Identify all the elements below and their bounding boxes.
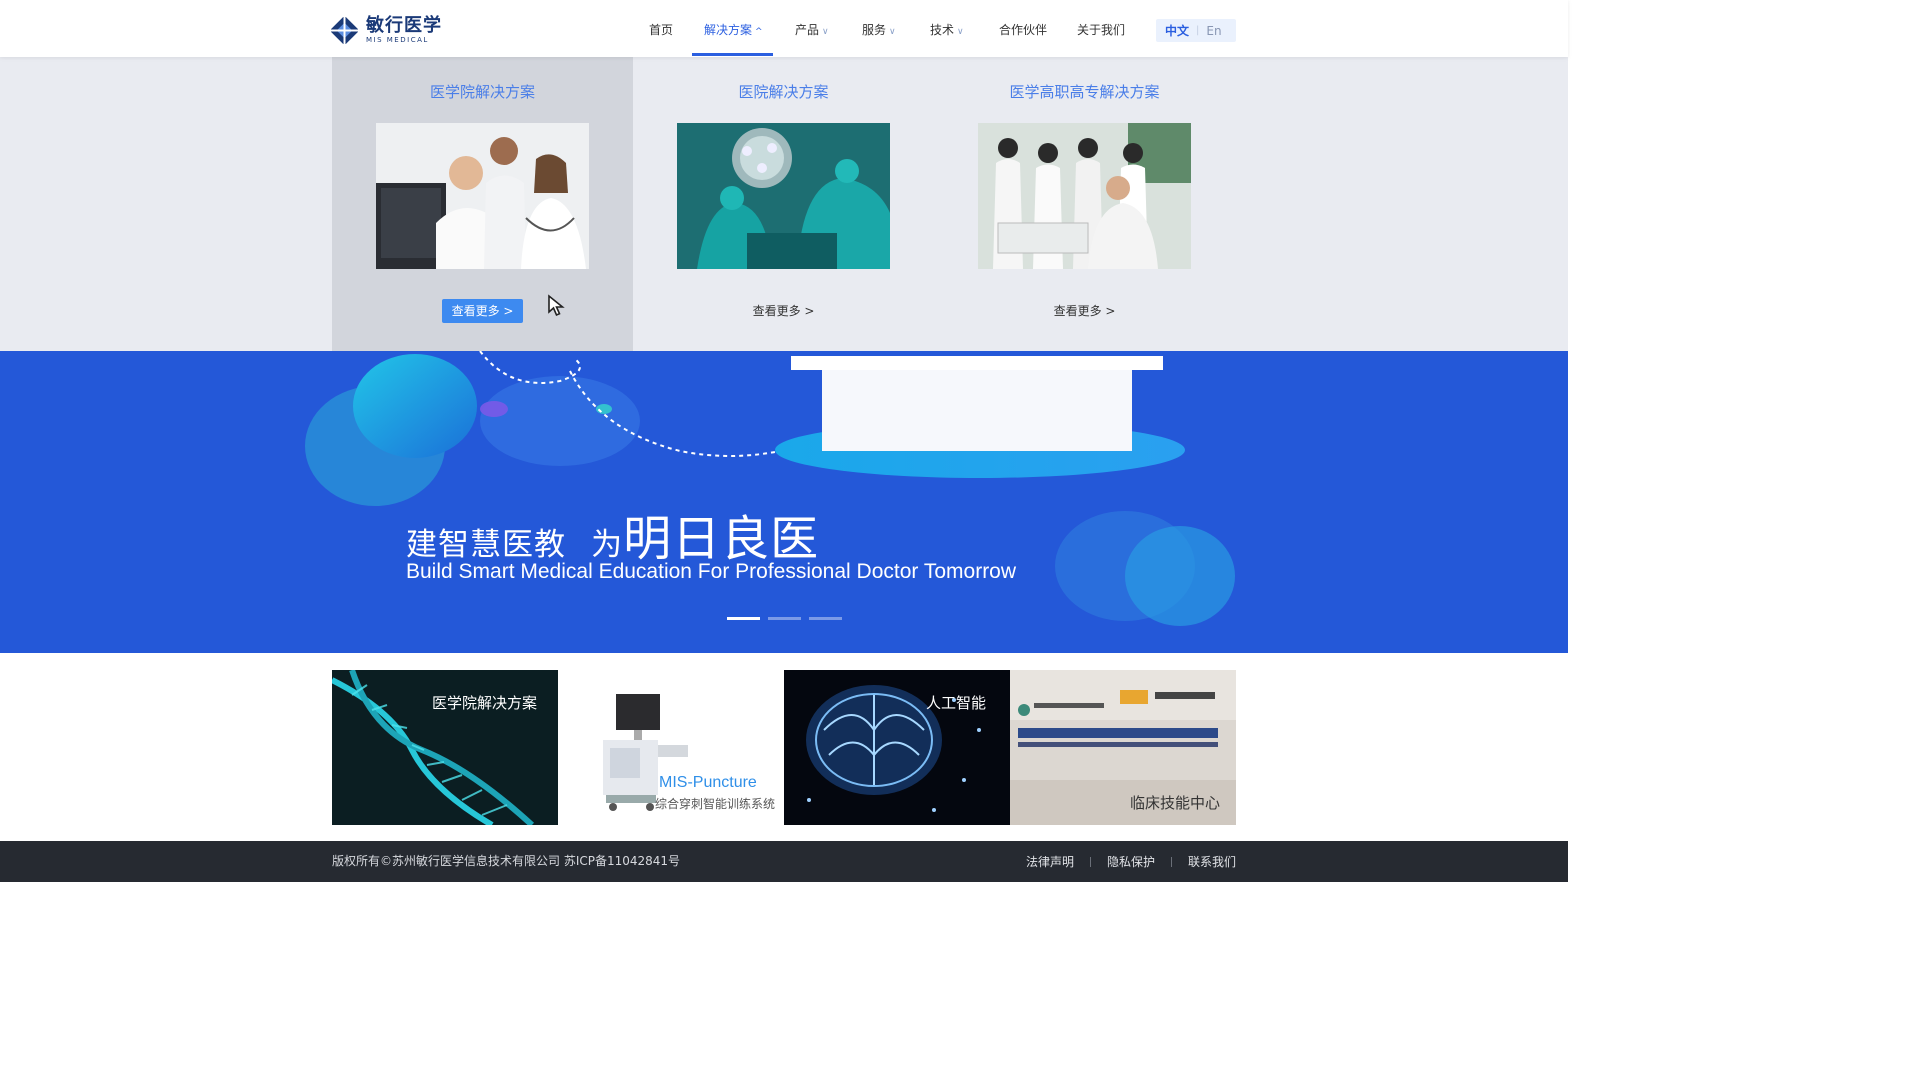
view-more-button[interactable]: 查看更多 > bbox=[442, 299, 523, 323]
nav-products[interactable]: 产品 ∨ bbox=[795, 0, 829, 57]
copyright-text: 版权所有©苏州敏行医学信息技术有限公司 苏ICP备11042841号 bbox=[332, 854, 681, 868]
nav-solutions[interactable]: 解决方案 ^ bbox=[704, 0, 763, 57]
slider-pagination bbox=[727, 617, 842, 620]
card-label: 临床技能中心 bbox=[1130, 794, 1221, 812]
card-mis-puncture[interactable]: MIS-Puncture 综合穿刺智能训练系统 bbox=[558, 670, 784, 825]
dropdown-column-vocational[interactable]: 医学高职高专解决方案 查看更多 > bbox=[934, 57, 1235, 351]
nav-partners[interactable]: 合作伙伴 bbox=[999, 0, 1047, 57]
dropdown-title: 医学高职高专解决方案 bbox=[1009, 83, 1160, 101]
lang-en-button[interactable]: En bbox=[1206, 24, 1221, 38]
footer-link-contact[interactable]: 联系我们 bbox=[1188, 853, 1236, 870]
card-ai[interactable]: 人工智能 bbox=[784, 670, 1010, 825]
lang-zh-button[interactable]: 中文 bbox=[1165, 22, 1189, 39]
banner-headline-part2: 为 bbox=[591, 527, 624, 563]
card-label: MIS-Puncture bbox=[659, 774, 757, 791]
mouse-cursor-icon bbox=[548, 294, 565, 317]
dropdown-title: 医学院解决方案 bbox=[429, 83, 535, 101]
site-logo[interactable]: 敏行医学 MIS MEDICAL bbox=[329, 14, 442, 45]
card-label: 医学院解决方案 bbox=[432, 694, 538, 712]
chevron-down-icon: ∨ bbox=[957, 27, 964, 37]
feature-cards: 医学院解决方案 MIS-Puncture 综合穿刺智能训练系统 人工智能 临床技… bbox=[332, 670, 1236, 825]
dropdown-title: 医院解决方案 bbox=[738, 83, 829, 101]
view-more-link[interactable]: 查看更多 > bbox=[934, 302, 1235, 319]
site-header: 敏行医学 MIS MEDICAL 首页 解决方案 ^ 产品 ∨ 服务 ∨ 技术 ∨ 合作… bbox=[0, 0, 1568, 57]
lang-separator: | bbox=[1196, 25, 1200, 36]
footer-links: 法律声明 隐私保护 联系我们 bbox=[1026, 841, 1236, 882]
banner-headline: 建智慧医教 为明日良医 bbox=[406, 499, 819, 569]
doctors-image bbox=[376, 123, 589, 269]
dropdown-column-hospital[interactable]: 医院解决方案 查看更多 > bbox=[633, 57, 934, 351]
logo-text-cn: 敏行医学 bbox=[366, 14, 442, 36]
card-sublabel: 综合穿刺智能训练系统 bbox=[655, 797, 776, 811]
nav-technology[interactable]: 技术 ∨ bbox=[930, 0, 964, 57]
logo-text-en: MIS MEDICAL bbox=[366, 35, 429, 44]
chevron-down-icon: ∨ bbox=[822, 27, 829, 37]
surgery-image bbox=[677, 123, 890, 269]
footer-link-legal[interactable]: 法律声明 bbox=[1026, 853, 1074, 870]
footer-link-privacy[interactable]: 隐私保护 bbox=[1107, 853, 1155, 870]
lab-training-image bbox=[978, 123, 1191, 269]
view-more-link[interactable]: 查看更多 > bbox=[633, 302, 934, 319]
slider-dot-3[interactable] bbox=[809, 617, 842, 620]
chevron-down-icon: ∨ bbox=[889, 27, 896, 37]
slider-dot-2[interactable] bbox=[768, 617, 801, 620]
slider-dot-1[interactable] bbox=[727, 617, 760, 620]
banner-headline-part1: 建智慧医教 bbox=[406, 527, 566, 563]
card-label: 人工智能 bbox=[926, 694, 987, 712]
hero-banner: 建智慧医教 为明日良医 Build Smart Medical Educatio… bbox=[0, 351, 1568, 653]
footer-separator bbox=[1170, 856, 1172, 867]
nav-active-indicator bbox=[692, 53, 773, 56]
banner-headline-big: 明日良医 bbox=[623, 511, 820, 567]
nav-home[interactable]: 首页 bbox=[649, 0, 673, 57]
card-medical-school[interactable]: 医学院解决方案 bbox=[332, 670, 558, 825]
language-switcher: 中文 | En bbox=[1156, 19, 1236, 42]
card-clinical-skills[interactable]: 临床技能中心 bbox=[1010, 670, 1236, 825]
banner-subtitle: Build Smart Medical Education For Profes… bbox=[406, 560, 1017, 583]
nav-about[interactable]: 关于我们 bbox=[1077, 0, 1125, 57]
dropdown-column-medical-school[interactable]: 医学院解决方案 查看更多 > bbox=[332, 57, 633, 351]
logo-mark-icon bbox=[329, 15, 360, 45]
footer-separator bbox=[1089, 856, 1091, 867]
nav-services[interactable]: 服务 ∨ bbox=[862, 0, 896, 57]
solutions-dropdown: 医学院解决方案 查看更多 > 医院解决方案 查看更多 > 医学高职高专解决方案 … bbox=[0, 57, 1568, 351]
site-footer: 版权所有©苏州敏行医学信息技术有限公司 苏ICP备11042841号 法律声明 … bbox=[0, 841, 1568, 882]
